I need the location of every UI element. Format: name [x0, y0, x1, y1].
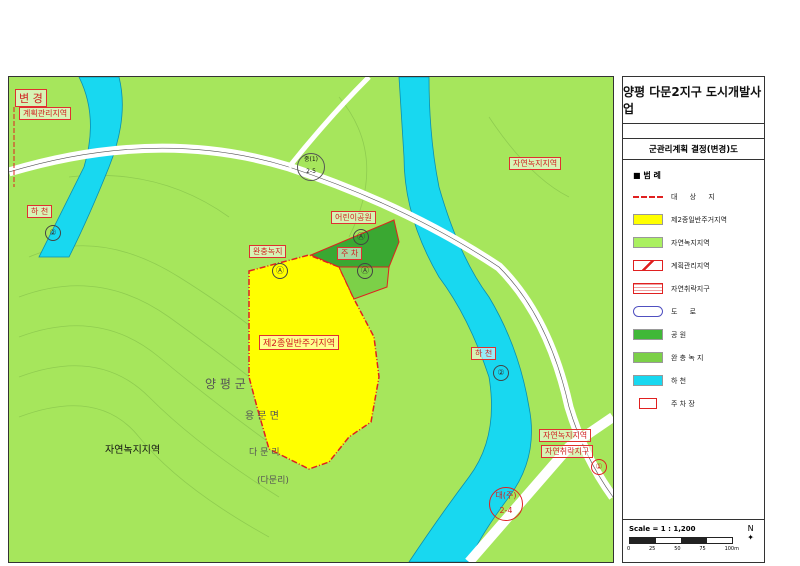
circle-a-3: Ⓐ [357, 263, 373, 279]
legend-item-residential: 제2종일반주거지역 [623, 208, 764, 231]
legend-label: 계획관리지역 [671, 261, 710, 270]
label-playground-park: 어린이공원 [331, 211, 376, 224]
legend-item-buffer: 완 충 녹 지 [623, 346, 764, 369]
label-natural-green-se: 자연녹지지역 [539, 429, 592, 442]
circle-2-west: ② [45, 225, 61, 241]
circle-a-2: Ⓐ [272, 263, 288, 279]
legend-label: 공 원 [671, 330, 687, 339]
label-natural-district: 자연취락지구 [541, 445, 594, 458]
legend-label: 대 상 지 [671, 192, 720, 201]
circle-2-east: ② [493, 365, 509, 381]
scale-ticks: 0 25 50 75 100m [627, 546, 739, 552]
legend-label: 도 로 [671, 307, 702, 316]
scale-text: Scale = 1 : 1,200 [629, 525, 696, 533]
boundary-swatch [633, 191, 663, 202]
legend-item-natural-village: 자연취락지구 [623, 277, 764, 300]
legend-label: 주 차 장 [671, 399, 695, 408]
legend-panel: 양평 다문2지구 도시개발사업 군관리계획 결정(변경)도 ■ 범 례 대 상 … [622, 76, 765, 563]
park-swatch [633, 329, 663, 340]
legend-item-natural-green: 자연녹지지역 [623, 231, 764, 254]
project-title: 양평 다문2지구 도시개발사업 [623, 77, 764, 124]
circle-1: ① [591, 459, 607, 475]
label-buffer-green: 완충녹지 [249, 245, 287, 258]
road-label-1: 중(1) 2-5 [297, 153, 325, 181]
legend-label: 자연취락지구 [671, 284, 710, 293]
circle-a-1: Ⓐ [353, 229, 369, 245]
scale-box: Scale = 1 : 1,200 0 25 50 75 100m N ✦ [623, 519, 764, 562]
parking-swatch [639, 398, 657, 409]
label-parking: 주 차 [337, 247, 363, 260]
label-village: 다 문 리 [249, 448, 280, 458]
legend-item-road: 도 로 [623, 300, 764, 323]
label-town: 용 문 면 [245, 411, 279, 422]
plan-mgmt-swatch [633, 260, 663, 271]
legend-heading: ■ 범 례 [633, 171, 661, 180]
legend-item-river: 하 천 [623, 369, 764, 392]
label-river-west: 하 천 [27, 205, 53, 218]
road-label-2: 대(주) 2-4 [489, 487, 523, 521]
buffer-swatch [633, 352, 663, 363]
north-arrow-icon: N ✦ [747, 524, 754, 542]
label-natural-green-ne: 자연녹지지역 [509, 157, 562, 170]
legend-label: 완 충 녹 지 [671, 353, 704, 362]
legend-label: 자연녹지지역 [671, 238, 710, 247]
map-canvas [9, 77, 613, 562]
map-subtitle: 군관리계획 결정(변경)도 [623, 138, 764, 160]
scale-bar [629, 537, 733, 544]
label-river-east: 하 천 [471, 347, 497, 360]
legend-label: 제2종일반주거지역 [671, 215, 727, 224]
residential-swatch [633, 214, 663, 225]
label-natural-green-sw: 자연녹지지역 [105, 445, 161, 456]
legend-item-parking: 주 차 장 [623, 392, 764, 415]
legend-item-boundary: 대 상 지 [623, 185, 764, 208]
natural-green-swatch [633, 237, 663, 248]
legend-item-plan-mgmt: 계획관리지역 [623, 254, 764, 277]
label-county: 양 평 군 [205, 377, 246, 391]
change-mark: 변 경 [15, 89, 47, 107]
label-village-paren: (다문리) [257, 476, 289, 486]
legend-label: 하 천 [671, 376, 687, 385]
river-swatch [633, 375, 663, 386]
road-swatch [633, 306, 663, 317]
label-plan-mgmt: 계획관리지역 [19, 107, 72, 120]
label-residential: 제2종일반주거지역 [259, 335, 339, 350]
legend-item-park: 공 원 [623, 323, 764, 346]
village-swatch [633, 283, 663, 294]
map-frame[interactable]: 변 경 계획관리지역 자연녹지지역 하 천 ② 어린이공원 완충녹지 주 차 Ⓐ… [8, 76, 614, 563]
